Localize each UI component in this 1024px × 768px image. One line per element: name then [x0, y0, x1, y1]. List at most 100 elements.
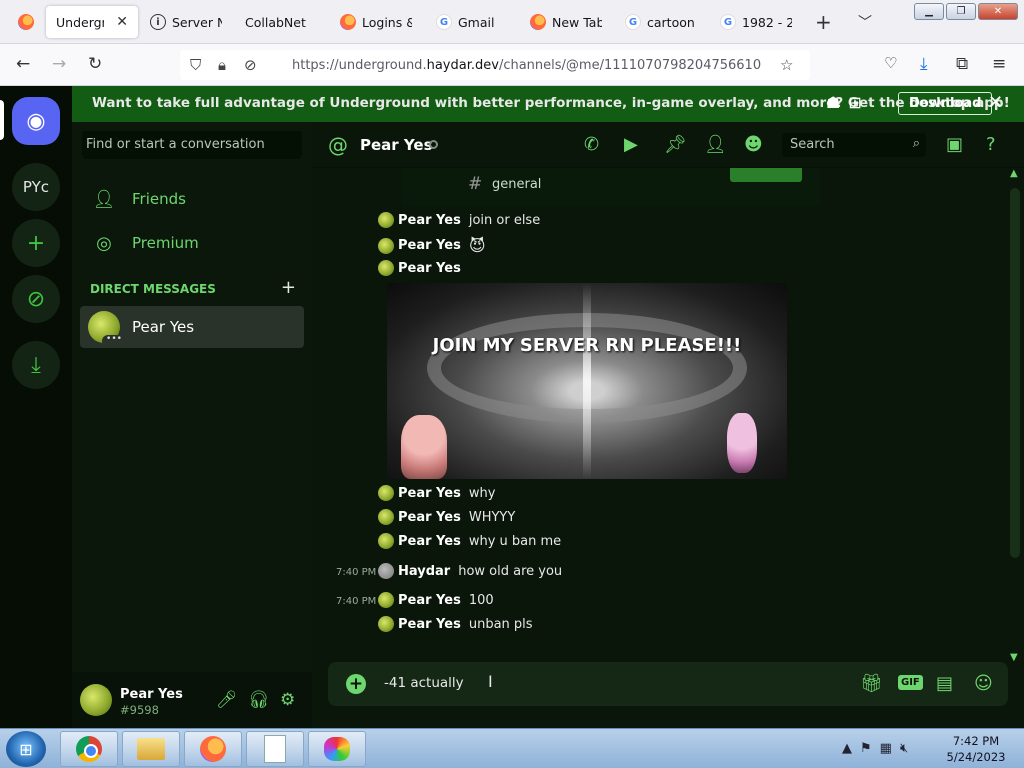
- url-bar[interactable]: ⛉ 🔒︎ ⊘ https://underground.haydar.dev/ch…: [180, 50, 810, 80]
- download-apps-button[interactable]: ⤓: [12, 341, 60, 389]
- find-conversation-input[interactable]: Find or start a conversation: [82, 131, 302, 159]
- action-center-flag-icon[interactable]: ⚑: [860, 741, 872, 756]
- close-banner-icon[interactable]: ✕: [988, 92, 1003, 113]
- message: Pear Yes WHYYY: [378, 509, 515, 525]
- start-button[interactable]: ⊞: [6, 731, 46, 767]
- scroll-down-icon[interactable]: ▼: [1010, 652, 1018, 663]
- firefox-view-button[interactable]: [8, 6, 38, 38]
- avatar: [378, 237, 394, 254]
- notepad-icon: [264, 735, 286, 763]
- avatar: [378, 616, 394, 632]
- bookmark-star-icon[interactable]: ☆: [780, 56, 793, 74]
- message-author[interactable]: Pear Yes: [398, 593, 461, 608]
- voice-call-icon[interactable]: ✆: [584, 134, 599, 155]
- message-author[interactable]: Pear Yes: [398, 534, 461, 549]
- chat-scrollbar[interactable]: ▲ ▼: [1006, 168, 1024, 666]
- message-author[interactable]: Pear Yes: [398, 238, 461, 253]
- scroll-up-icon[interactable]: ▲: [1010, 168, 1018, 179]
- system-clock[interactable]: 7:42 PM 5/24/2023: [938, 733, 1014, 765]
- tab-underground[interactable]: Undergrou ✕: [46, 6, 138, 38]
- image-beam-shape: [583, 283, 591, 479]
- search-input[interactable]: Search ⌕: [782, 133, 926, 157]
- settings-gear-icon[interactable]: ⚙: [280, 690, 295, 710]
- message-author[interactable]: Pear Yes: [398, 486, 461, 501]
- taskbar-explorer[interactable]: [122, 731, 180, 767]
- message-author[interactable]: Pear Yes: [398, 510, 461, 525]
- tab-cartoon[interactable]: G cartoon p: [615, 6, 707, 38]
- windows-logo-icon: ⊞: [19, 739, 33, 759]
- home-button[interactable]: ◉: [12, 97, 60, 145]
- dm-item-pear-yes[interactable]: ••• Pear Yes: [80, 306, 304, 348]
- taskbar-paint[interactable]: [308, 731, 366, 767]
- scroll-thumb[interactable]: [1010, 188, 1020, 558]
- user-avatar[interactable]: [80, 684, 112, 716]
- message-input[interactable]: -41 actually: [384, 675, 464, 691]
- volume-muted-icon[interactable]: 🔇︎: [900, 741, 908, 756]
- firefox-icon: [530, 14, 546, 30]
- server-pyc[interactable]: PYc: [12, 163, 60, 211]
- tab-gmail[interactable]: G Gmail: [426, 6, 518, 38]
- window-controls: ▁ ❐ ✕: [914, 3, 1018, 20]
- attach-plus-icon[interactable]: +: [346, 674, 366, 694]
- message-author[interactable]: Pear Yes: [398, 261, 461, 276]
- mute-mic-icon[interactable]: 🎤︎: [216, 690, 238, 710]
- tab-logins[interactable]: Logins &: [330, 6, 422, 38]
- network-icon[interactable]: ▦: [880, 741, 892, 756]
- avatar: [378, 509, 394, 525]
- emoji-smile-icon[interactable]: ☺: [974, 673, 993, 694]
- taskbar-firefox[interactable]: [184, 731, 242, 767]
- pocket-icon[interactable]: ♡: [884, 54, 897, 72]
- tab-server-notice[interactable]: i Server No: [140, 6, 232, 38]
- download-button[interactable]: Download: [898, 92, 993, 115]
- add-friends-to-dm-icon[interactable]: 👤︎: [704, 134, 727, 155]
- video-call-icon[interactable]: ▶: [624, 134, 638, 155]
- message-text: why u ban me: [468, 533, 562, 549]
- shield-icon[interactable]: ⛉: [190, 56, 201, 74]
- tab-label: 1982 - 202: [742, 14, 792, 30]
- inbox-icon[interactable]: ▣: [946, 134, 963, 155]
- pinned-messages-icon[interactable]: 📌︎: [664, 134, 687, 155]
- lock-icon[interactable]: 🔒︎: [218, 56, 226, 74]
- message-author[interactable]: Pear Yes: [398, 213, 461, 228]
- clock-date: 5/24/2023: [946, 750, 1006, 764]
- new-tab-plus-icon[interactable]: +: [815, 10, 832, 34]
- underground-app: ◉ PYc + ⊘ ⤓ Want to take full advantage …: [0, 86, 1024, 728]
- menu-icon[interactable]: ≡: [992, 54, 1006, 74]
- message-author[interactable]: Pear Yes: [398, 617, 461, 632]
- forward-arrow-icon[interactable]: →: [52, 54, 66, 74]
- taskbar-chrome[interactable]: [60, 731, 118, 767]
- extensions-icon[interactable]: ⧉: [956, 54, 968, 74]
- join-button[interactable]: [730, 168, 802, 182]
- explore-servers-button[interactable]: ⊘: [12, 275, 60, 323]
- gift-icon[interactable]: 🎁︎: [860, 673, 883, 694]
- user-profile-icon[interactable]: ☻: [744, 134, 763, 155]
- close-window-icon[interactable]: ✕: [978, 3, 1018, 20]
- gif-button[interactable]: GIF: [898, 675, 923, 690]
- close-tab-icon[interactable]: ✕: [116, 14, 128, 30]
- message-composer[interactable]: + -41 actually I 🎁︎ GIF ▤ ☺: [328, 662, 1008, 706]
- tab-1982[interactable]: G 1982 - 202: [710, 6, 802, 38]
- back-arrow-icon[interactable]: ←: [16, 54, 30, 74]
- sidebar-item-premium[interactable]: ◎ Premium: [80, 223, 304, 263]
- headphones-icon[interactable]: 🎧︎: [248, 690, 270, 710]
- create-dm-plus-icon[interactable]: +: [281, 279, 296, 297]
- maximize-icon[interactable]: ❐: [946, 3, 976, 20]
- tab-collabnet[interactable]: CollabNet: [235, 6, 327, 38]
- permissions-icon[interactable]: ⊘: [244, 56, 257, 74]
- download-arrow-icon[interactable]: ⤓: [920, 54, 928, 74]
- add-server-button[interactable]: +: [12, 219, 60, 267]
- info-icon: i: [150, 14, 166, 30]
- message: Haydar how old are you: [378, 563, 562, 579]
- sticker-icon[interactable]: ▤: [936, 673, 953, 694]
- image-attachment[interactable]: JOIN MY SERVER RN PLEASE!!!: [387, 283, 787, 479]
- show-hidden-icons-icon[interactable]: ▲: [842, 741, 852, 756]
- sidebar-item-friends[interactable]: 👤︎ Friends: [80, 179, 304, 219]
- user-name: Pear Yes: [120, 687, 183, 702]
- taskbar-notepad[interactable]: [246, 731, 304, 767]
- tab-new-tab[interactable]: New Tab: [520, 6, 612, 38]
- message-author[interactable]: Haydar: [398, 564, 450, 579]
- minimize-icon[interactable]: ▁: [914, 3, 944, 20]
- list-tabs-chevron-icon[interactable]: ﹀: [858, 12, 872, 32]
- reload-icon[interactable]: ↻: [88, 54, 102, 74]
- help-icon[interactable]: ?: [986, 134, 996, 155]
